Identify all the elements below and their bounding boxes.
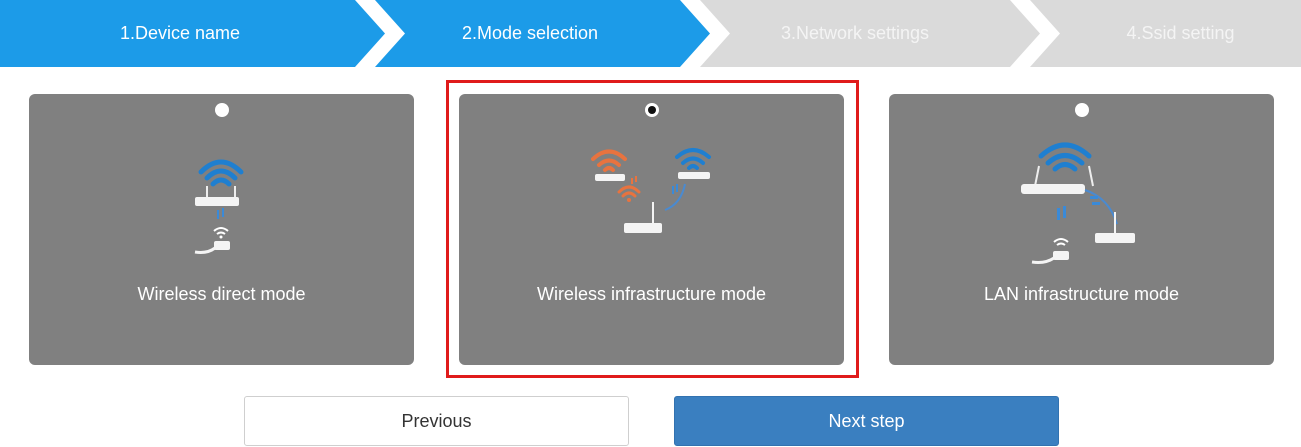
wireless-infrastructure-illustration-icon xyxy=(591,148,711,233)
mode-label-wireless-infrastructure: Wireless infrastructure mode xyxy=(536,284,767,304)
mode-card-lan-infrastructure[interactable]: LAN infrastructure mode xyxy=(889,94,1274,365)
step-mode-selection-label: 2.Mode selection xyxy=(461,23,599,43)
wizard-steps: 1.Device name 2.Mode selection 3.Network… xyxy=(0,0,1301,67)
wireless-direct-illustration-icon xyxy=(194,159,244,254)
step-ssid-setting-label: 4.Ssid setting xyxy=(1126,23,1235,43)
mode-label-lan-infrastructure: LAN infrastructure mode xyxy=(983,284,1180,304)
step-mode-selection[interactable]: 2.Mode selection xyxy=(410,0,650,67)
lan-infrastructure-illustration-icon xyxy=(1021,142,1135,264)
mode-card-wireless-infrastructure[interactable]: Wireless infrastructure mode xyxy=(459,94,844,365)
mode-card-wireless-direct[interactable]: Wireless direct mode xyxy=(29,94,414,365)
step-device-name[interactable]: 1.Device name xyxy=(60,0,300,67)
mode-label-wireless-direct: Wireless direct mode xyxy=(137,284,306,304)
step-network-settings[interactable]: 3.Network settings xyxy=(735,0,975,67)
step-ssid-setting[interactable]: 4.Ssid setting xyxy=(1060,0,1301,67)
step-network-settings-label: 3.Network settings xyxy=(780,23,930,43)
previous-button[interactable]: Previous xyxy=(244,396,629,446)
step-device-name-label: 1.Device name xyxy=(119,23,241,43)
next-step-button[interactable]: Next step xyxy=(674,396,1059,446)
